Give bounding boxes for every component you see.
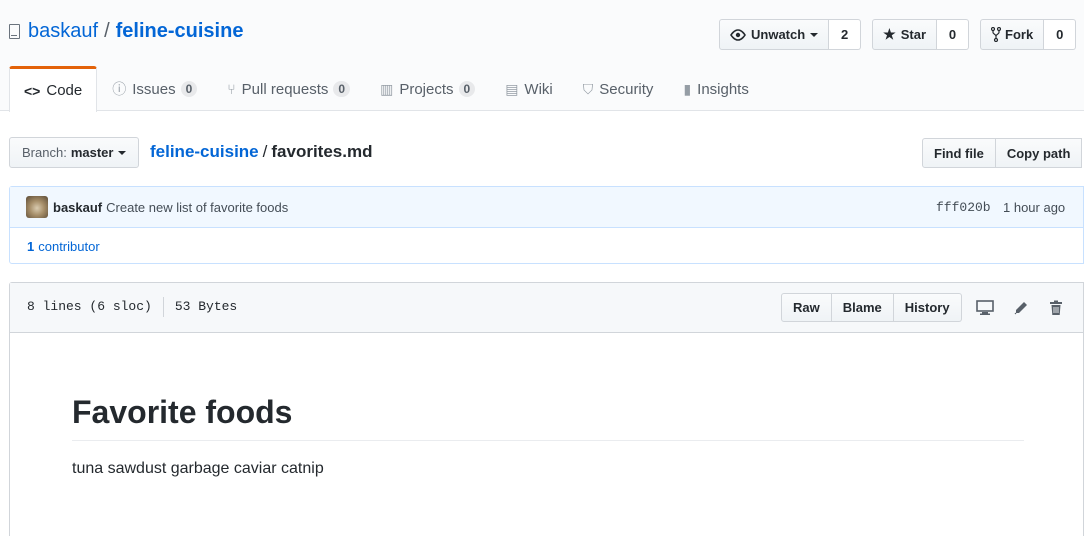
star-group: ★ Star 0 [872,19,970,50]
chevron-down-icon [810,32,819,37]
desktop-icon[interactable] [975,298,995,318]
repo-name-link[interactable]: feline-cuisine [116,20,244,43]
pull-request-icon: ⑂ [227,81,236,97]
copy-path-button[interactable]: Copy path [995,138,1083,168]
tab-label: Issues [132,80,176,98]
repo-actions: Unwatch 2 ★ Star 0 Fork 0 [719,19,1084,50]
title-separator: / [104,20,110,42]
issue-icon: ⓘ [112,81,127,97]
file-info-divider [162,297,164,317]
star-label: Star [900,27,927,42]
markdown-heading: Favorite foods [72,394,1024,442]
contributors-count: 1 [27,238,35,254]
blame-button[interactable]: Blame [831,293,894,322]
readme-content: Favorite foods tuna sawdust garbage cavi… [72,394,1024,478]
tab-wiki[interactable]: ▤ Wiki [490,66,568,111]
repo-owner-link[interactable]: baskauf [28,20,98,43]
file-nav-buttons: Find file Copy path [922,138,1083,168]
project-icon: ▥ [380,80,394,97]
repo-nav: <> Code ⓘ Issues 0 ⑂ Pull requests 0 ▥ P… [9,66,764,112]
file-size: 53 Bytes [174,299,238,314]
commit-sha[interactable]: fff020b [936,200,991,215]
unwatch-label: Unwatch [751,27,806,42]
chevron-down-icon [118,150,127,155]
shield-icon: ⛉ [582,80,594,97]
eye-icon [730,28,746,41]
latest-commit: baskauf Create new list of favorite food… [10,187,1083,228]
tab-label: Code [46,82,83,99]
breadcrumb-file: favorites.md [271,142,373,161]
tab-pull-requests[interactable]: ⑂ Pull requests 0 [212,66,365,111]
find-file-button[interactable]: Find file [922,138,996,168]
file-lines: 8 lines (6 sloc) [27,299,152,314]
file-actions: Raw Blame History [781,293,962,322]
breadcrumb-repo-link[interactable]: feline-cuisine [150,142,259,161]
commit-time: 1 hour ago [1003,199,1066,215]
code-icon: <> [24,82,41,99]
pencil-icon[interactable] [1011,298,1031,318]
commit-message[interactable]: Create new list of favorite foods [106,200,288,215]
commit-tease: baskauf Create new list of favorite food… [9,186,1084,264]
tab-projects[interactable]: ▥ Projects 0 [365,66,490,111]
tab-security[interactable]: ⛉ Security [568,66,669,111]
branch-select-button[interactable]: Branch: master [9,137,140,168]
tab-label: Wiki [524,80,553,98]
star-button[interactable]: ★ Star [872,19,938,50]
contributors-link[interactable]: 1 contributor [10,228,1083,264]
commit-author[interactable]: baskauf [53,200,102,215]
unwatch-button[interactable]: Unwatch [719,19,830,50]
trash-icon[interactable] [1046,298,1066,318]
breadcrumb-separator: / [262,142,268,161]
repo-icon [9,24,20,39]
raw-button[interactable]: Raw [781,293,832,322]
history-button[interactable]: History [893,293,962,322]
markdown-paragraph: tuna sawdust garbage caviar catnip [72,460,324,478]
tab-code[interactable]: <> Code [9,66,98,112]
fork-button[interactable]: Fork [980,19,1045,50]
graph-icon: ▮ [683,80,692,97]
tab-label: Projects [399,80,454,98]
file-box: 8 lines (6 sloc) 53 Bytes Raw Blame Hist… [9,282,1084,536]
contributors-label: contributor [38,238,100,254]
star-icon: ★ [883,26,896,42]
counter-badge: 0 [180,81,198,97]
fork-label: Fork [1005,27,1034,42]
tab-insights[interactable]: ▮ Insights [668,66,763,111]
branch-name: master [70,145,114,160]
star-count[interactable]: 0 [937,19,970,50]
fork-icon [991,27,1002,42]
fork-group: Fork 0 [980,19,1077,50]
tab-issues[interactable]: ⓘ Issues 0 [97,66,212,111]
branch-prefix: Branch: [22,145,67,160]
file-info: 8 lines (6 sloc) 53 Bytes [27,297,238,317]
counter-badge: 0 [458,81,476,97]
breadcrumb: feline-cuisine / favorites.md [150,142,372,162]
watch-count[interactable]: 2 [829,19,862,50]
file-header: 8 lines (6 sloc) 53 Bytes Raw Blame Hist… [10,283,1083,333]
repo-header: baskauf / feline-cuisine Unwatch 2 ★ Sta… [0,0,1084,112]
watch-group: Unwatch 2 [719,19,862,50]
repo-title: baskauf / feline-cuisine [9,20,243,43]
file-navigation: Branch: master feline-cuisine / favorites.… [9,137,1084,168]
tab-label: Pull requests [241,80,329,98]
avatar[interactable] [26,196,48,218]
book-icon: ▤ [505,80,519,97]
tab-label: Insights [697,80,749,98]
fork-count[interactable]: 0 [1044,19,1077,50]
tab-label: Security [599,80,654,98]
counter-badge: 0 [333,81,351,97]
